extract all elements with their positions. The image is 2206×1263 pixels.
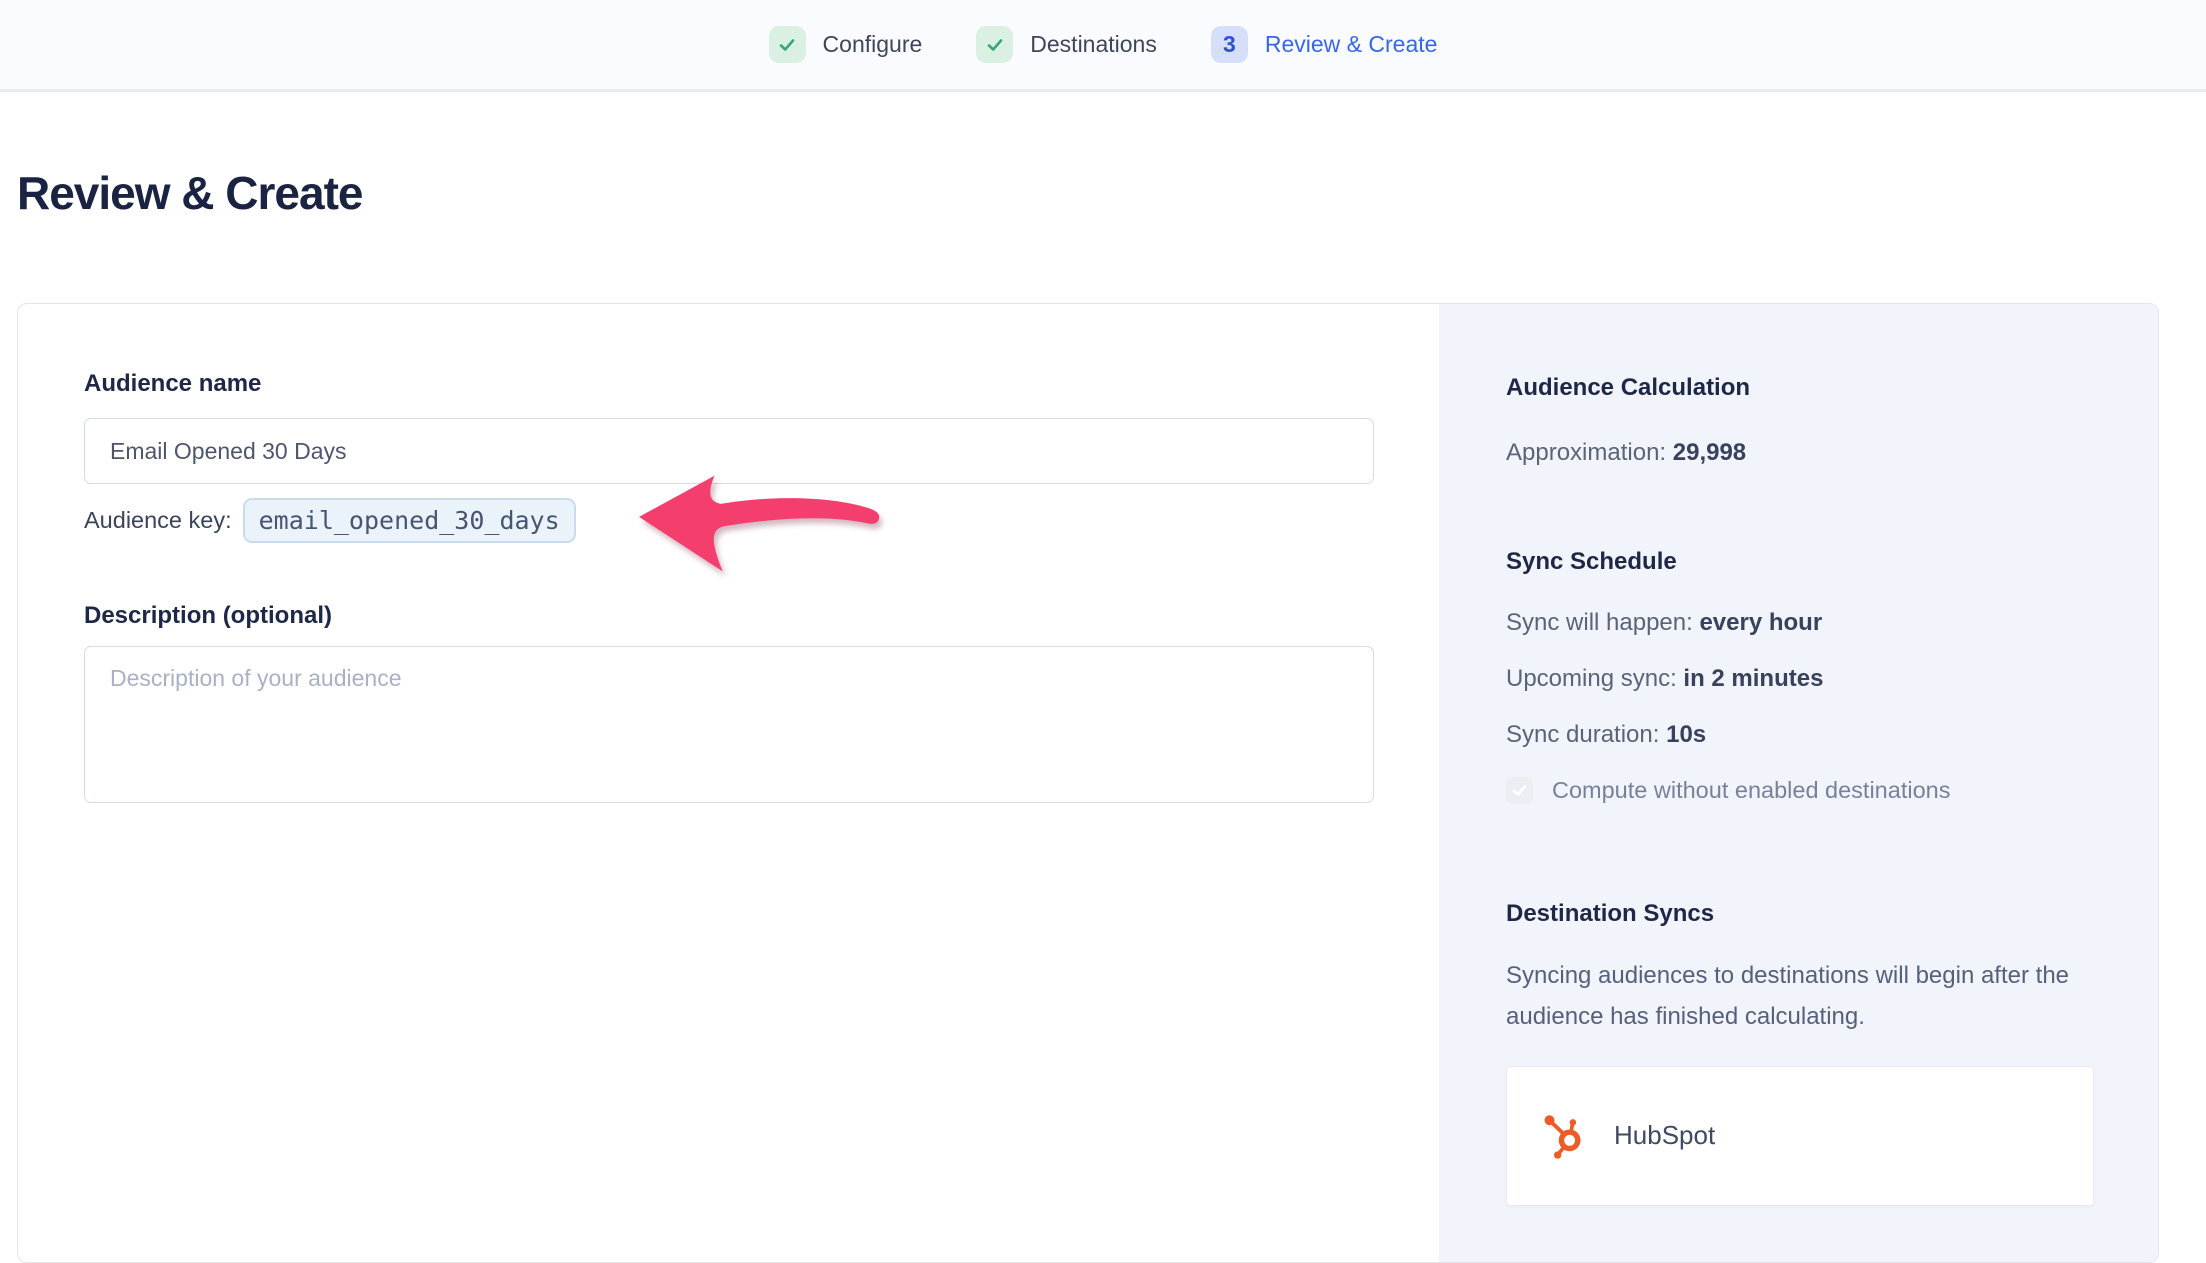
upcoming-sync-row: Upcoming sync: in 2 minutes (1506, 665, 2092, 693)
step-label: Configure (823, 31, 923, 58)
audience-calculation-heading: Audience Calculation (1506, 374, 2092, 402)
sync-schedule-heading: Sync Schedule (1506, 548, 2092, 576)
audience-key-row: Audience key: email_opened_30_days (84, 494, 576, 546)
step-review-create[interactable]: 3 Review & Create (1211, 26, 1438, 63)
review-card: Audience name Audience key: email_opened… (17, 303, 2159, 1263)
approximation-value: 29,998 (1673, 439, 1746, 466)
audience-name-label: Audience name (84, 370, 261, 398)
checkbox-label: Compute without enabled destinations (1552, 777, 1950, 804)
destination-item-hubspot[interactable]: HubSpot (1506, 1066, 2094, 1206)
approximation-row: Approximation: 29,998 (1506, 439, 2092, 467)
step-complete-check-icon (769, 26, 806, 63)
hubspot-logo-icon (1537, 1111, 1587, 1161)
sync-frequency-row: Sync will happen: every hour (1506, 609, 2092, 637)
step-label: Review & Create (1265, 31, 1438, 58)
step-complete-check-icon (976, 26, 1013, 63)
audience-name-input[interactable] (84, 418, 1374, 484)
step-label: Destinations (1030, 31, 1157, 58)
description-textarea[interactable] (84, 646, 1374, 803)
step-destinations[interactable]: Destinations (976, 26, 1157, 63)
destination-name: HubSpot (1614, 1120, 1715, 1151)
wizard-stepper: Configure Destinations 3 Review & Create (0, 0, 2206, 92)
summary-sidebar: Audience Calculation Approximation: 29,9… (1439, 304, 2158, 1262)
approximation-label: Approximation: (1506, 439, 1673, 466)
step-number-badge: 3 (1211, 26, 1248, 63)
destination-syncs-note: Syncing audiences to destinations will b… (1506, 955, 2098, 1038)
audience-key-badge: email_opened_30_days (243, 498, 576, 543)
audience-key-label: Audience key: (84, 507, 232, 534)
description-label: Description (optional) (84, 602, 332, 630)
destination-syncs-heading: Destination Syncs (1506, 900, 2092, 928)
annotation-arrow-icon (634, 470, 888, 580)
compute-without-destinations-row: Compute without enabled destinations (1506, 777, 2092, 804)
checkbox-checked-icon[interactable] (1506, 777, 1533, 804)
step-configure[interactable]: Configure (769, 26, 923, 63)
page-title: Review & Create (17, 166, 363, 220)
sync-duration-row: Sync duration: 10s (1506, 721, 2092, 749)
